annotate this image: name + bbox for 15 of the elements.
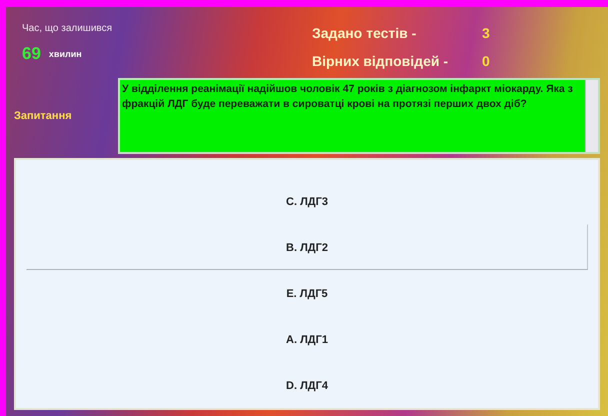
stat-label: Задано тестів - [312,25,418,41]
answer-option[interactable]: E. ЛДГ5 [26,270,588,316]
stat-value: 3 [482,25,490,41]
answer-option[interactable]: A. ЛДГ1 [26,316,588,362]
answer-option[interactable]: B. ЛДГ2 [26,224,588,270]
answer-option[interactable]: D. ЛДГ4 [26,362,588,408]
stat-label: Вірних відповідей - [312,53,450,69]
timer-unit: хвилин [48,49,82,59]
stat-value: 0 [482,53,490,69]
timer-label: Час, що залишився [22,23,114,34]
question-label: Запитання [14,110,73,122]
timer-value: 69 [22,44,41,64]
question-box[interactable]: У відділення реанімації надійшов чоловік 47 років з діагнозом інфаркт міокарду. Яка з фракцій ЛДГ буде переважати в сироватці крові на протязі перших двох діб? [118,78,600,154]
answer-option[interactable]: C. ЛДГ3 [26,178,588,224]
scrollbar[interactable] [585,80,598,152]
